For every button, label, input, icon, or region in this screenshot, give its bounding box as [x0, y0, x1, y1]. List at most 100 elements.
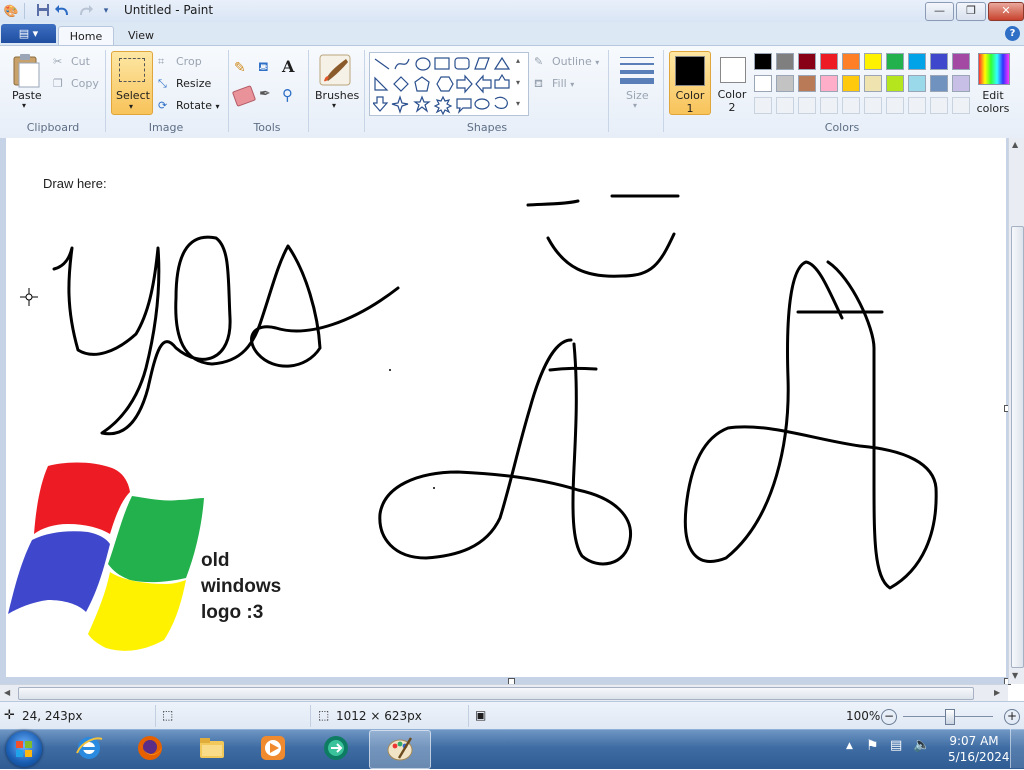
- action-center-flag-icon[interactable]: ⚑: [866, 738, 879, 754]
- paste-dropdown-icon[interactable]: ▾: [22, 101, 26, 110]
- shapes-scroll-down-icon[interactable]: ▾: [516, 78, 520, 87]
- zoom-slider-thumb[interactable]: [945, 709, 955, 725]
- crop-button[interactable]: ⌗ Crop: [158, 55, 202, 69]
- palette-empty-swatch[interactable]: [776, 97, 794, 114]
- outline-button[interactable]: ✎ Outline ▾: [534, 55, 599, 69]
- palette-swatch[interactable]: [776, 75, 794, 92]
- horizontal-scroll-thumb[interactable]: [18, 687, 974, 700]
- magnifier-icon[interactable]: ⚲: [282, 86, 300, 104]
- palette-swatch[interactable]: [820, 53, 838, 70]
- fill-bucket-icon[interactable]: ⛾: [258, 60, 276, 78]
- tab-home[interactable]: Home: [58, 26, 114, 47]
- palette-swatch[interactable]: [798, 53, 816, 70]
- network-icon[interactable]: ▤: [890, 738, 902, 753]
- maximize-button[interactable]: ❐: [956, 2, 986, 21]
- palette-swatch[interactable]: [908, 53, 926, 70]
- palette-empty-swatch[interactable]: [908, 97, 926, 114]
- scroll-up-icon[interactable]: ▲: [1012, 140, 1018, 149]
- zoom-out-button[interactable]: −: [881, 709, 897, 725]
- internet-explorer-icon[interactable]: [74, 733, 104, 763]
- file-menu-button[interactable]: ▤ ▾: [1, 24, 56, 43]
- edit-colors-button[interactable]: Edit colors: [976, 89, 1010, 115]
- brushes-button[interactable]: Brushes: [315, 89, 359, 102]
- palette-swatch[interactable]: [754, 53, 772, 70]
- shapes-expand-icon[interactable]: ▾: [516, 99, 520, 108]
- palette-swatch[interactable]: [930, 53, 948, 70]
- palette-swatch[interactable]: [886, 53, 904, 70]
- copy-button[interactable]: ❐ Copy: [53, 77, 99, 91]
- palette-swatch[interactable]: [776, 53, 794, 70]
- text-tool-icon[interactable]: A: [282, 57, 300, 77]
- redo-icon[interactable]: [77, 3, 93, 19]
- selection-size-icon: ⬚: [162, 708, 174, 722]
- zoom-in-button[interactable]: +: [1004, 709, 1020, 725]
- clock[interactable]: 9:07 AM 5/16/2024: [948, 733, 1010, 765]
- fill-button[interactable]: ⛾ Fill ▾: [534, 77, 574, 91]
- palette-swatch[interactable]: [820, 75, 838, 92]
- drawing-canvas[interactable]: Draw here: old windows logo :3: [6, 138, 1006, 677]
- firefox-icon[interactable]: [135, 733, 165, 763]
- brushes-dropdown-icon[interactable]: ▾: [332, 101, 336, 110]
- color-1-button[interactable]: Color 1: [669, 51, 711, 115]
- palette-empty-swatch[interactable]: [754, 97, 772, 114]
- scroll-right-icon[interactable]: ▶: [994, 688, 1000, 697]
- volume-muted-icon[interactable]: 🔈: [913, 737, 930, 753]
- color-2-button[interactable]: Color 2: [713, 51, 751, 114]
- paint-app-icon[interactable]: 🎨: [3, 3, 19, 19]
- scroll-left-icon[interactable]: ◀: [4, 688, 10, 697]
- vertical-scrollbar[interactable]: ▲ ▼: [1008, 138, 1024, 684]
- palette-empty-swatch[interactable]: [930, 97, 948, 114]
- size-icon[interactable]: [620, 55, 654, 85]
- cut-label: Cut: [71, 55, 90, 68]
- help-icon[interactable]: ?: [1005, 26, 1020, 41]
- palette-swatch[interactable]: [908, 75, 926, 92]
- palette-swatch[interactable]: [842, 75, 860, 92]
- palette-swatch[interactable]: [886, 75, 904, 92]
- scroll-down-icon[interactable]: ▼: [1012, 671, 1018, 680]
- media-player-icon[interactable]: [258, 733, 288, 763]
- file-explorer-icon[interactable]: [197, 733, 227, 763]
- palette-empty-swatch[interactable]: [886, 97, 904, 114]
- palette-empty-swatch[interactable]: [798, 97, 816, 114]
- palette-empty-swatch[interactable]: [952, 97, 970, 114]
- brushes-icon[interactable]: [318, 53, 352, 87]
- palette-swatch[interactable]: [864, 75, 882, 92]
- horizontal-scrollbar[interactable]: ◀ ▶: [0, 684, 1008, 702]
- start-button[interactable]: [6, 731, 42, 767]
- palette-swatch[interactable]: [754, 75, 772, 92]
- size-dropdown-icon[interactable]: ▾: [633, 101, 637, 110]
- palette-empty-swatch[interactable]: [864, 97, 882, 114]
- palette-swatch[interactable]: [952, 75, 970, 92]
- size-button[interactable]: Size: [626, 89, 649, 102]
- palette-empty-swatch[interactable]: [820, 97, 838, 114]
- resize-button[interactable]: ⤡ Resize: [158, 77, 211, 91]
- taskbar-paint-button[interactable]: [369, 730, 431, 769]
- shapes-scroll-up-icon[interactable]: ▴: [516, 56, 520, 65]
- select-button[interactable]: Select ▾: [111, 51, 153, 115]
- rotate-button[interactable]: ⟳ Rotate ▾: [158, 99, 220, 113]
- palette-empty-swatch[interactable]: [842, 97, 860, 114]
- vertical-scroll-thumb[interactable]: [1011, 226, 1024, 668]
- edit-colors-icon[interactable]: [978, 53, 1010, 85]
- pencil-icon[interactable]: ✎: [234, 60, 252, 78]
- show-desktop-button[interactable]: [1010, 729, 1024, 768]
- paste-icon[interactable]: [10, 53, 42, 89]
- remote-desktop-icon[interactable]: [321, 733, 351, 763]
- palette-swatch[interactable]: [952, 53, 970, 70]
- qat-customize-icon[interactable]: ▾: [98, 3, 114, 19]
- status-separator: [310, 705, 311, 727]
- undo-icon[interactable]: [55, 3, 71, 19]
- save-icon[interactable]: [35, 3, 51, 19]
- shapes-gallery[interactable]: [369, 52, 529, 116]
- tab-view[interactable]: View: [116, 26, 166, 46]
- cut-button[interactable]: ✂ Cut: [53, 55, 90, 69]
- palette-swatch[interactable]: [798, 75, 816, 92]
- close-button[interactable]: ✕: [988, 2, 1024, 21]
- show-hidden-icons-icon[interactable]: ▲: [846, 741, 853, 751]
- palette-swatch[interactable]: [930, 75, 948, 92]
- palette-swatch[interactable]: [864, 53, 882, 70]
- color-picker-icon[interactable]: ✒: [259, 86, 277, 104]
- palette-swatch[interactable]: [842, 53, 860, 70]
- minimize-button[interactable]: —: [925, 2, 954, 21]
- paste-button[interactable]: Paste: [12, 89, 42, 102]
